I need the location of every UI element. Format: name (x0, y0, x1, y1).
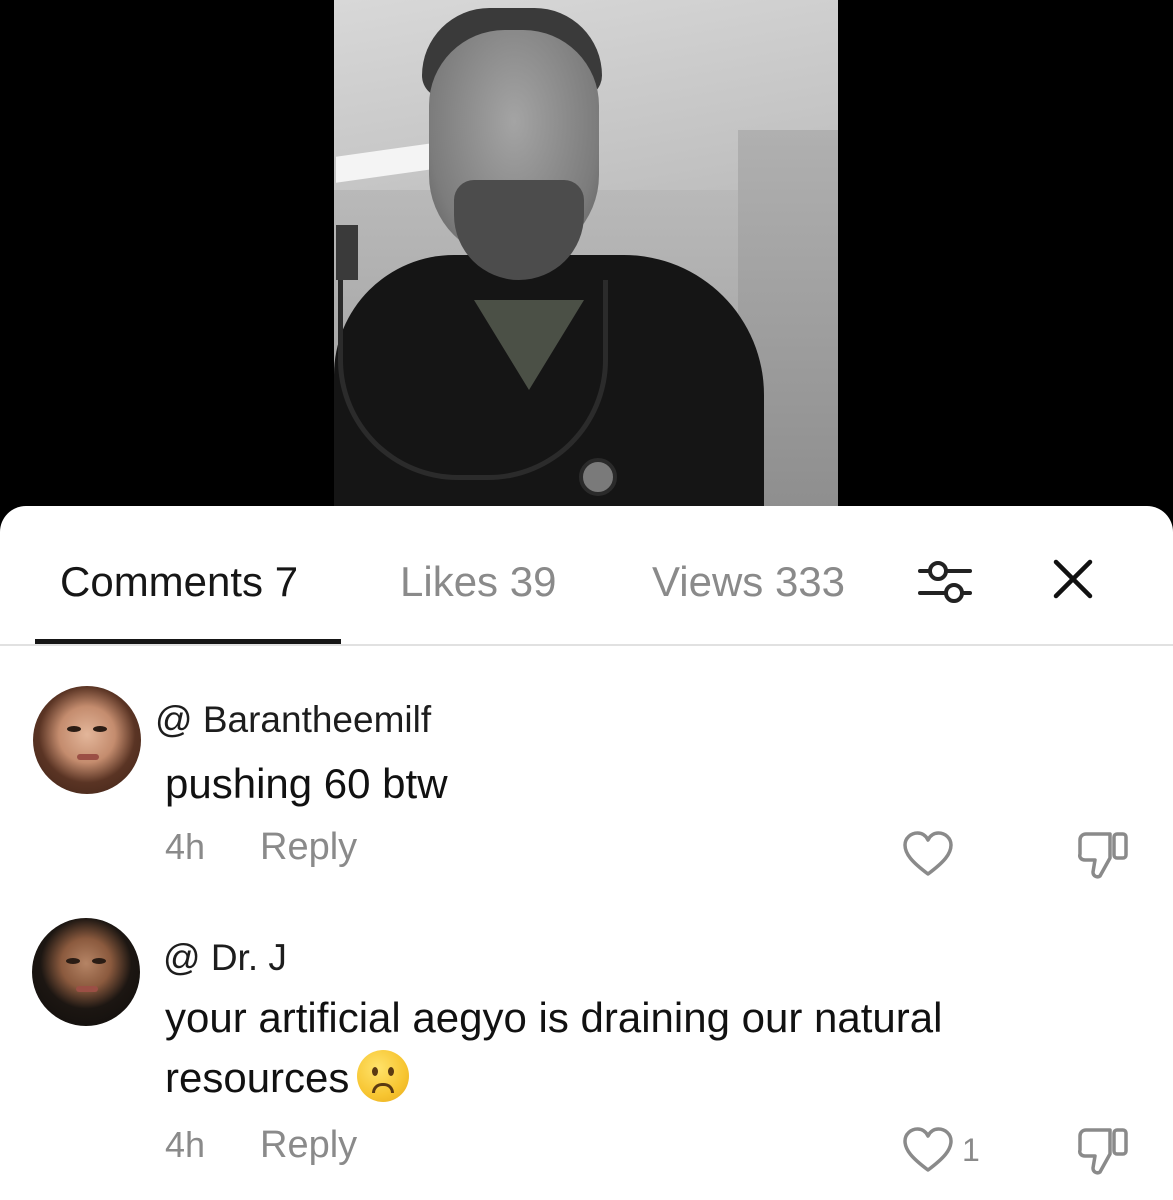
comment-text: pushing 60 btw (165, 760, 448, 807)
frowning-face-emoji (357, 1050, 410, 1102)
comment-text-body: your artificial aegyo is draining our na… (165, 994, 943, 1101)
heart-icon (903, 831, 953, 876)
thumbs-down-icon (1078, 832, 1128, 879)
avatar[interactable] (32, 918, 140, 1026)
comments-sheet: Comments 7 Likes 39 Views 333 @ Baranthe… (0, 506, 1173, 1200)
dislike-button[interactable] (1076, 1126, 1130, 1178)
thumbs-down-icon (1078, 1128, 1128, 1175)
tab-likes[interactable]: Likes 39 (400, 558, 556, 606)
avatar[interactable] (33, 686, 141, 794)
like-count: 1 (962, 1132, 980, 1168)
comment-time: 4h (165, 1124, 206, 1165)
comment-username[interactable]: @ Dr. J (163, 936, 287, 980)
like-button[interactable] (902, 830, 954, 878)
like-button[interactable] (902, 1126, 954, 1174)
close-icon (1053, 559, 1093, 599)
filter-button[interactable] (916, 554, 974, 610)
tab-views[interactable]: Views 333 (652, 558, 845, 606)
close-button[interactable] (1050, 556, 1096, 602)
video-frame-image (334, 0, 838, 506)
comment-time: 4h (165, 826, 206, 867)
dislike-button[interactable] (1076, 830, 1130, 882)
tab-comments[interactable]: Comments 7 (60, 558, 298, 606)
comment-username[interactable]: @ Barantheemilf (155, 698, 431, 742)
tab-bar: Comments 7 Likes 39 Views 333 (0, 506, 1173, 646)
active-tab-indicator (35, 639, 341, 644)
video-player[interactable] (0, 0, 1173, 520)
heart-icon (903, 1127, 953, 1172)
comment-text: your artificial aegyo is draining our na… (165, 988, 1065, 1108)
sliders-icon (918, 561, 972, 603)
reply-button[interactable]: Reply (260, 826, 357, 868)
reply-button[interactable]: Reply (260, 1124, 357, 1166)
